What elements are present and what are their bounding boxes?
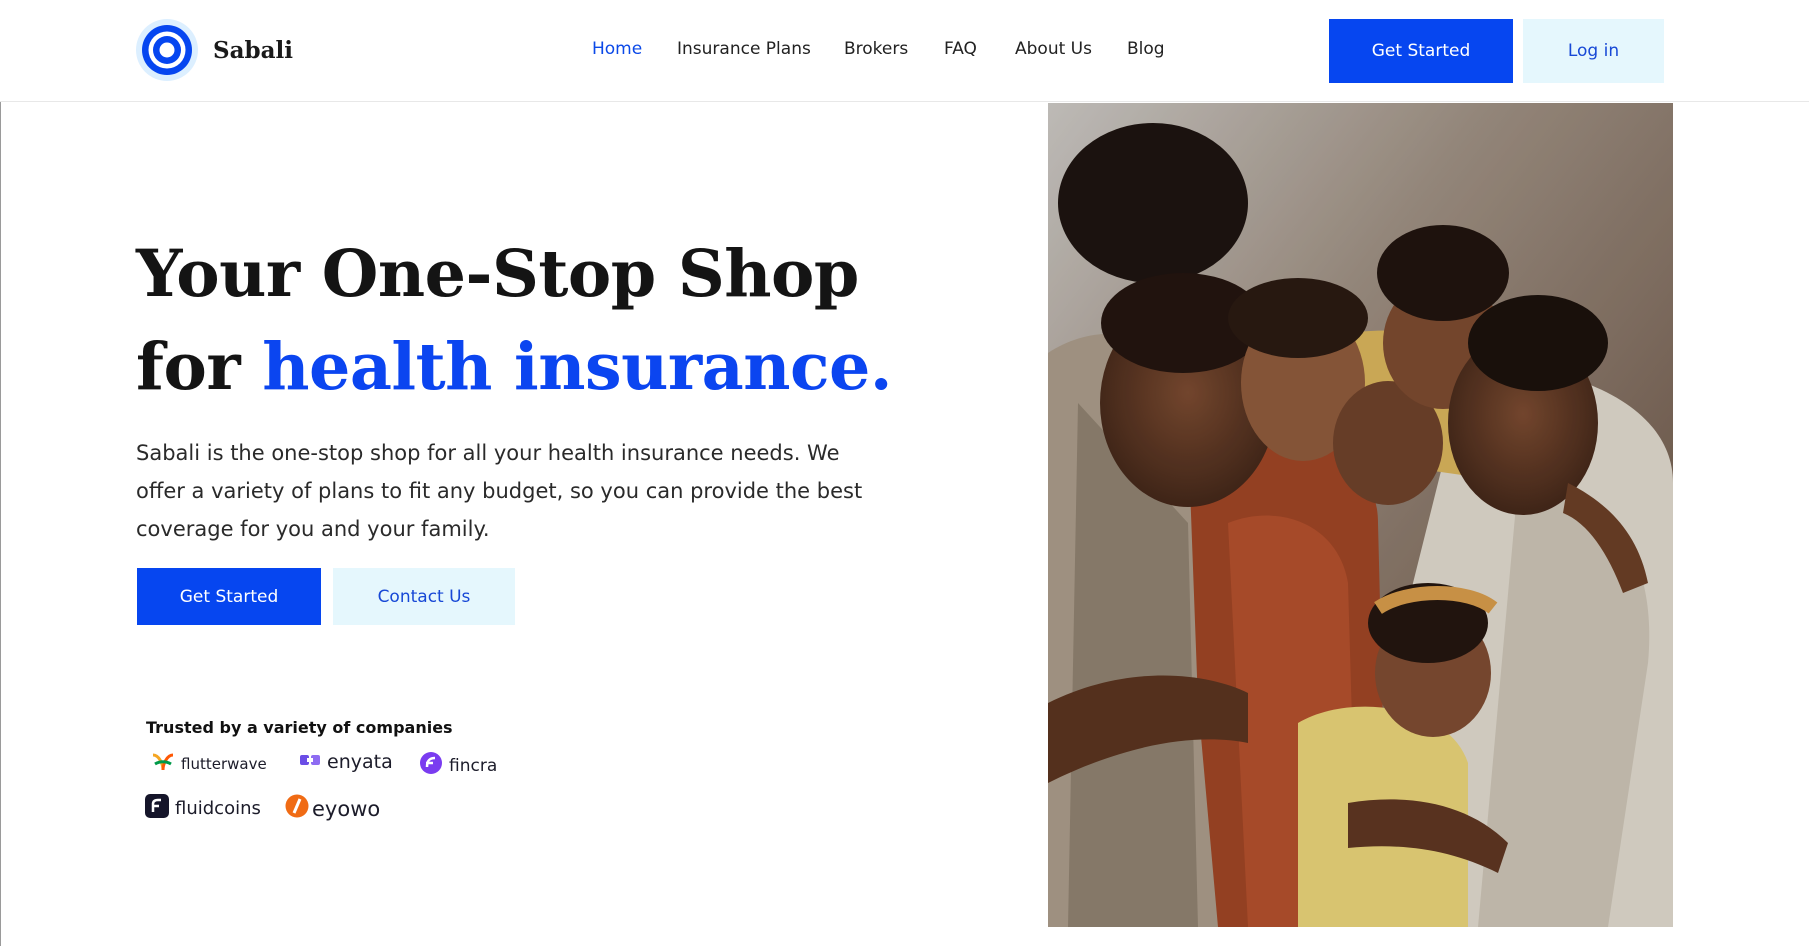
company-logo-enyata: enyata [299,751,393,773]
site-header: Sabali Home Insurance Plans Brokers FAQ … [0,0,1809,102]
nav-blog[interactable]: Blog [1127,36,1165,62]
enyata-icon [299,751,321,773]
target-logo-icon [135,18,199,82]
hero-title-line1: Your One-Stop Shop [136,236,859,312]
brand-logo[interactable]: Sabali [135,18,293,82]
flutterwave-icon [151,752,175,776]
company-logo-flutterwave: flutterwave [151,752,267,776]
nav-about-us[interactable]: About Us [1015,36,1092,62]
fincra-icon [419,751,443,780]
login-button[interactable]: Log in [1523,19,1664,83]
flutterwave-wordmark: flutterwave [181,755,267,773]
fluidcoins-icon [145,794,169,823]
nav-home[interactable]: Home [592,36,642,62]
contact-us-button[interactable]: Contact Us [333,568,515,625]
hero-description: Sabali is the one-stop shop for all your… [136,441,863,541]
company-logo-fincra: fincra [419,751,497,780]
nav-brokers[interactable]: Brokers [844,36,908,62]
fluidcoins-wordmark: fluidcoins [175,798,261,819]
company-logo-fluidcoins: fluidcoins [145,794,261,823]
hero-get-started-button[interactable]: Get Started [137,568,321,625]
eyowo-icon [285,793,309,824]
enyata-wordmark: enyata [327,751,393,773]
trusted-heading: Trusted by a variety of companies [146,718,453,737]
hero-title-accent: health insurance. [262,329,893,405]
nav-faq[interactable]: FAQ [944,36,977,62]
hero-title: Your One-Stop Shop for health insurance. [136,228,896,414]
nav-insurance-plans[interactable]: Insurance Plans [677,36,811,62]
eyowo-wordmark: eyowo [312,796,381,821]
page-edge-divider [0,0,1,946]
company-logo-eyowo: eyowo [285,793,380,824]
fincra-wordmark: fincra [449,755,498,776]
hero-title-for: for [136,329,263,405]
header-get-started-button[interactable]: Get Started [1329,19,1513,83]
family-photo [1048,103,1673,927]
brand-name: Sabali [213,36,293,64]
